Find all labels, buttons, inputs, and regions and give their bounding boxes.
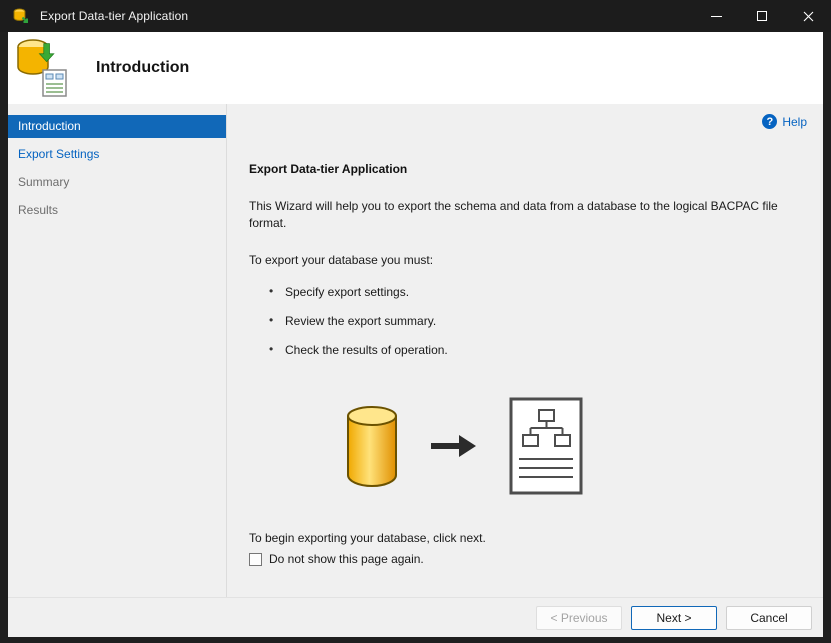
sidebar-item-results[interactable]: Results (8, 199, 226, 222)
steps-intro: To export your database you must: (249, 253, 434, 267)
dont-show-again-label: Do not show this page again. (269, 552, 424, 566)
export-database-icon (17, 39, 67, 97)
right-arrow-icon (431, 435, 476, 457)
page-title: Introduction (96, 59, 190, 76)
cancel-button[interactable]: Cancel (726, 605, 812, 630)
closing-text: To begin exporting your database, click … (249, 531, 486, 545)
help-label: Help (782, 114, 807, 129)
dont-show-again-row: Do not show this page again. (249, 552, 807, 566)
sidebar-item-summary[interactable]: Summary (8, 171, 226, 194)
wizard-content: ? Help Export Data-tier Application This… (227, 104, 823, 597)
content-heading: Export Data-tier Application (249, 162, 408, 176)
help-link[interactable]: ? Help (762, 114, 807, 129)
titlebar: Export Data-tier Application (0, 0, 831, 32)
wizard-body: Introduction Export Settings Summary Res… (8, 104, 823, 597)
maximize-icon (757, 11, 767, 21)
sidebar-item-export-settings[interactable]: Export Settings (8, 143, 226, 166)
requirements-list: Specify export settings. Review the expo… (249, 284, 807, 357)
maximize-button[interactable] (739, 0, 785, 32)
previous-button[interactable]: < Previous (536, 605, 622, 630)
minimize-button[interactable] (693, 0, 739, 32)
export-illustration (345, 395, 807, 497)
window-title: Export Data-tier Application (40, 9, 189, 23)
help-icon: ? (762, 114, 778, 129)
bacpac-file-icon (509, 397, 583, 495)
wizard-header: Introduction (8, 32, 823, 104)
bullet-item: Check the results of operation. (269, 342, 807, 357)
export-data-tier-wizard-window: { "window": { "title": "Export Data-tier… (0, 0, 831, 643)
bullet-item: Review the export summary. (269, 313, 807, 328)
minimize-icon (710, 15, 722, 17)
dont-show-again-checkbox[interactable] (249, 552, 262, 566)
database-cylinder-icon (347, 406, 397, 488)
wizard-steps-sidebar: Introduction Export Settings Summary Res… (8, 104, 227, 597)
wizard-footer: < Previous Next > Cancel (8, 597, 823, 637)
sidebar-item-introduction[interactable]: Introduction (8, 115, 226, 138)
intro-paragraph: This Wizard will help you to export the … (249, 199, 778, 230)
next-button[interactable]: Next > (631, 605, 717, 630)
close-icon (803, 11, 813, 21)
window-controls (693, 0, 831, 32)
bullet-item: Specify export settings. (269, 284, 807, 299)
app-database-icon (13, 8, 28, 23)
close-button[interactable] (785, 0, 831, 32)
